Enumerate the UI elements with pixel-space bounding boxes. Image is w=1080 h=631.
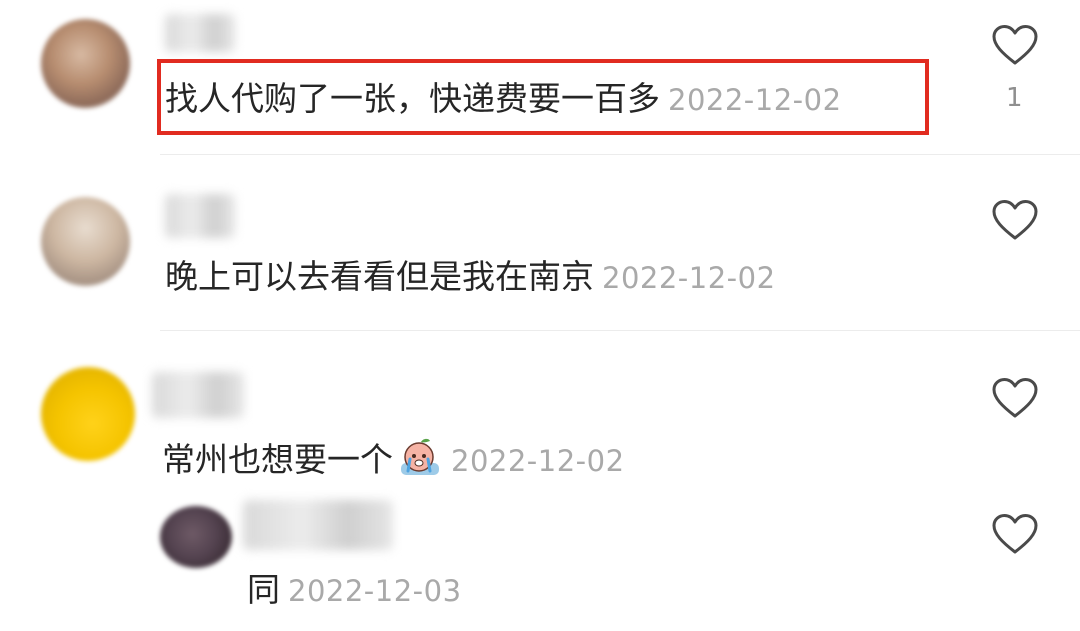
comment-text: 晚上可以去看看但是我在南京 2022-12-02: [165, 260, 776, 293]
heart-icon[interactable]: [992, 377, 1038, 419]
avatar[interactable]: [160, 506, 232, 568]
comment-body: 同: [247, 570, 280, 609]
avatar[interactable]: [41, 367, 135, 461]
comment-date: 2022-12-02: [451, 444, 625, 478]
username[interactable]: [165, 194, 235, 238]
comment-date: 2022-12-03: [288, 574, 462, 608]
heart-icon[interactable]: [992, 513, 1038, 555]
heart-icon[interactable]: [992, 24, 1038, 66]
username[interactable]: [243, 500, 393, 550]
comment-text: 找人代购了一张，快递费要一百多 2022-12-02: [165, 82, 842, 115]
avatar[interactable]: [41, 19, 130, 108]
comment-body: 找人代购了一张，快递费要一百多: [165, 79, 660, 118]
comment-date: 2022-12-02: [602, 261, 776, 295]
comment-text: 同 2022-12-03: [247, 573, 462, 606]
divider: [160, 330, 1080, 331]
username[interactable]: [152, 372, 244, 418]
comment-text: 常州也想要一个 2022-12-02: [162, 437, 625, 477]
divider: [160, 154, 1080, 155]
comment-body: 晚上可以去看看但是我在南京: [165, 257, 594, 296]
heart-icon[interactable]: [992, 199, 1038, 241]
comment-body: 常州也想要一个: [162, 440, 393, 479]
crying-face-emoji: [401, 438, 439, 475]
username[interactable]: [165, 14, 235, 52]
like-count: 1: [1006, 83, 1023, 113]
avatar[interactable]: [41, 197, 130, 286]
comment-date: 2022-12-02: [668, 83, 842, 117]
